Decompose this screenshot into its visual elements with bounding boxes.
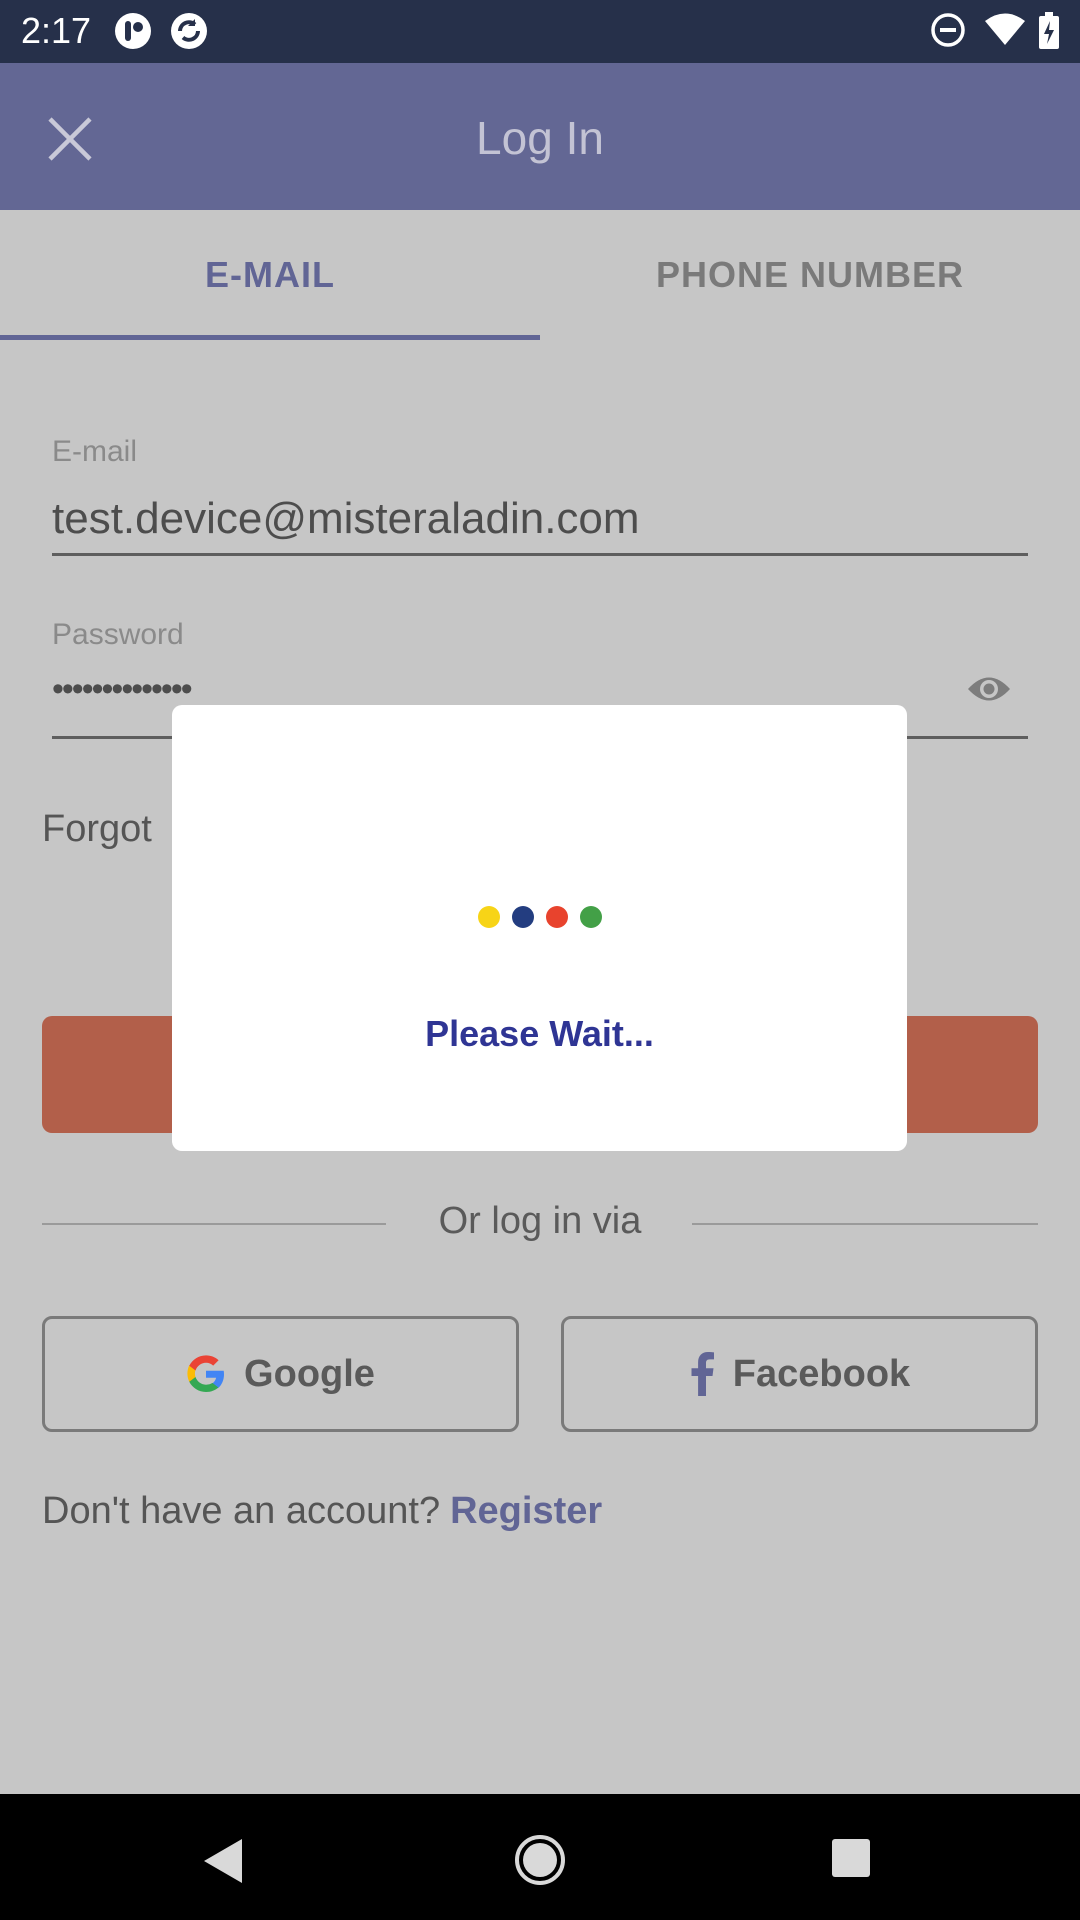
or-log-in-via-text: Or log in via <box>438 1200 642 1242</box>
loading-dot <box>512 906 534 928</box>
email-underline <box>52 553 1028 556</box>
forgot-password-link[interactable]: Forgot <box>42 808 152 851</box>
password-field[interactable]: •••••••••••••• <box>52 670 193 709</box>
recents-icon[interactable] <box>830 1837 872 1879</box>
email-label: E-mail <box>52 435 138 468</box>
divider-right <box>692 1223 1038 1225</box>
please-wait-text: Please Wait... <box>425 1013 654 1054</box>
page-title: Log In <box>476 112 604 164</box>
tab-email[interactable]: E-MAIL <box>0 210 540 340</box>
battery-icon <box>1039 12 1059 49</box>
app-bar: Log In <box>0 63 1080 210</box>
register-prompt: Don't have an account? <box>42 1490 441 1532</box>
eye-icon[interactable] <box>966 670 1012 708</box>
system-nav-bar <box>0 1794 1080 1920</box>
back-icon[interactable] <box>200 1837 246 1885</box>
home-icon[interactable] <box>514 1834 566 1886</box>
facebook-icon <box>691 1352 714 1396</box>
status-time: 2:17 <box>21 10 92 51</box>
facebook-login-button[interactable]: Facebook <box>561 1316 1038 1432</box>
do-not-disturb-icon <box>931 13 965 47</box>
email-field[interactable]: test.device@misteraladin.com <box>52 494 640 544</box>
register-row: Don't have an account? Register <box>42 1490 602 1533</box>
google-login-button[interactable]: Google <box>42 1316 519 1432</box>
loading-dots-icon <box>478 906 602 928</box>
loading-dot <box>580 906 602 928</box>
status-bar: 2:17 <box>0 0 1080 63</box>
google-icon <box>187 1355 225 1392</box>
app-notification-icon <box>115 13 151 49</box>
password-label: Password <box>52 618 184 651</box>
tab-phone-number[interactable]: PHONE NUMBER <box>540 210 1080 340</box>
login-tabs: E-MAIL PHONE NUMBER <box>0 210 1080 340</box>
loading-dialog: Please Wait... <box>172 705 907 1151</box>
tab-indicator <box>0 335 540 340</box>
sync-icon <box>171 13 207 49</box>
loading-dot <box>546 906 568 928</box>
google-label: Google <box>244 1352 375 1395</box>
loading-dot <box>478 906 500 928</box>
facebook-label: Facebook <box>732 1352 911 1395</box>
register-link[interactable]: Register <box>450 1490 602 1532</box>
wifi-icon <box>985 13 1025 45</box>
